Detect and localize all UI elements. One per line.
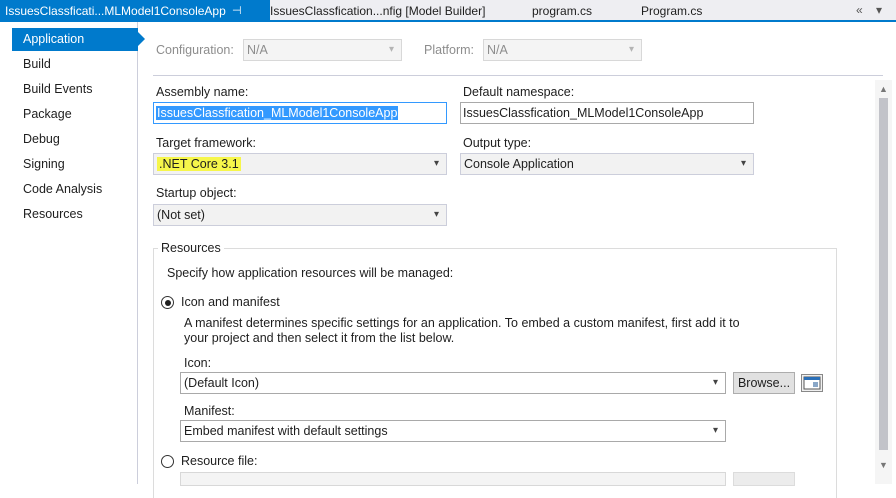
icon-dropdown[interactable]: (Default Icon) ▾ bbox=[180, 372, 726, 394]
assembly-name-value: IssuesClassfication_MLModel1ConsoleApp bbox=[156, 106, 399, 120]
tab-overflow-icon[interactable]: « bbox=[856, 0, 863, 20]
icon-preview bbox=[801, 374, 823, 392]
resources-description: Specify how application resources will b… bbox=[167, 266, 454, 280]
target-framework-dropdown[interactable]: .NET Core 3.1 ▾ bbox=[153, 153, 447, 175]
header-separator bbox=[153, 75, 883, 76]
icon-value: (Default Icon) bbox=[184, 376, 260, 390]
application-icon bbox=[803, 376, 821, 390]
manifest-help-line-1: A manifest determines specific settings … bbox=[184, 316, 740, 330]
browse-button[interactable]: Browse... bbox=[733, 372, 795, 394]
tab-dropdown-icon[interactable]: ▾ bbox=[876, 0, 882, 20]
tab-project-properties[interactable]: IssuesClassficati...MLModel1ConsoleApp ⊣ bbox=[0, 0, 270, 22]
startup-object-label: Startup object: bbox=[156, 186, 237, 200]
chevron-down-icon: ▾ bbox=[712, 377, 718, 388]
default-namespace-label: Default namespace: bbox=[463, 85, 575, 99]
tab-label: IssuesClassficati...MLModel1ConsoleApp bbox=[5, 4, 226, 18]
chevron-down-icon: ▾ bbox=[433, 158, 439, 169]
default-namespace-value: IssuesClassfication_MLModel1ConsoleApp bbox=[463, 106, 704, 120]
resource-file-radio[interactable] bbox=[161, 455, 174, 468]
output-type-value: Console Application bbox=[464, 157, 574, 171]
tab-label: Program.cs bbox=[641, 4, 703, 18]
platform-value: N/A bbox=[487, 43, 508, 57]
resource-file-label: Resource file: bbox=[181, 454, 258, 468]
nav-item-code-analysis[interactable]: Code Analysis bbox=[12, 178, 138, 201]
tab-label: program.cs bbox=[532, 4, 593, 18]
manifest-value: Embed manifest with default settings bbox=[184, 424, 388, 438]
nav-item-debug[interactable]: Debug bbox=[12, 128, 138, 151]
target-framework-value: .NET Core 3.1 bbox=[157, 157, 241, 171]
platform-label: Platform: bbox=[424, 43, 475, 57]
chevron-down-icon: ▾ bbox=[712, 425, 718, 436]
property-pages-nav: Application Build Build Events Package D… bbox=[0, 22, 145, 484]
assembly-name-input[interactable]: IssuesClassfication_MLModel1ConsoleApp bbox=[153, 102, 447, 124]
nav-item-resources[interactable]: Resources bbox=[12, 203, 138, 226]
platform-dropdown[interactable]: N/A ▾ bbox=[483, 39, 642, 61]
nav-item-build-events[interactable]: Build Events bbox=[12, 78, 138, 101]
configuration-dropdown[interactable]: N/A ▾ bbox=[243, 39, 402, 61]
configuration-label: Configuration: bbox=[156, 43, 234, 57]
default-namespace-input[interactable]: IssuesClassfication_MLModel1ConsoleApp bbox=[460, 102, 754, 124]
resources-group-title: Resources bbox=[158, 241, 224, 255]
scroll-up-icon[interactable]: ▲ bbox=[879, 84, 888, 94]
icon-manifest-label: Icon and manifest bbox=[181, 295, 280, 309]
nav-item-package[interactable]: Package bbox=[12, 103, 138, 126]
scrollbar-thumb[interactable] bbox=[879, 98, 888, 450]
startup-object-value: (Not set) bbox=[157, 208, 205, 222]
tab-program-cs-lower[interactable]: program.cs bbox=[527, 0, 617, 22]
output-type-dropdown[interactable]: Console Application ▾ bbox=[460, 153, 754, 175]
nav-item-signing[interactable]: Signing bbox=[12, 153, 138, 176]
manifest-dropdown[interactable]: Embed manifest with default settings ▾ bbox=[180, 420, 726, 442]
tab-model-builder[interactable]: IssuesClassfication...nfig [Model Builde… bbox=[265, 0, 495, 22]
nav-item-application[interactable]: Application bbox=[12, 28, 145, 51]
scroll-down-icon[interactable]: ▼ bbox=[879, 460, 888, 470]
startup-object-dropdown[interactable]: (Not set) ▾ bbox=[153, 204, 447, 226]
chevron-down-icon: ▾ bbox=[628, 44, 634, 55]
chevron-down-icon: ▾ bbox=[388, 44, 394, 55]
assembly-name-label: Assembly name: bbox=[156, 85, 249, 99]
icon-manifest-radio[interactable] bbox=[161, 296, 174, 309]
manifest-label: Manifest: bbox=[184, 404, 235, 418]
icon-label: Icon: bbox=[184, 356, 212, 370]
chevron-down-icon: ▾ bbox=[433, 209, 439, 220]
pin-icon[interactable]: ⊣ bbox=[232, 0, 242, 22]
vertical-scrollbar[interactable]: ▲ ▼ bbox=[875, 80, 892, 484]
output-type-label: Output type: bbox=[463, 136, 532, 150]
chevron-down-icon: ▾ bbox=[740, 158, 746, 169]
manifest-help-line-2: your project and then select it from the… bbox=[184, 331, 455, 345]
tab-label: IssuesClassfication...nfig [Model Builde… bbox=[270, 4, 486, 18]
document-tab-bar: IssuesClassficati...MLModel1ConsoleApp ⊣… bbox=[0, 0, 896, 22]
tab-program-cs[interactable]: Program.cs bbox=[636, 0, 726, 22]
target-framework-label: Target framework: bbox=[156, 136, 257, 150]
configuration-value: N/A bbox=[247, 43, 268, 57]
nav-item-build[interactable]: Build bbox=[12, 53, 138, 76]
